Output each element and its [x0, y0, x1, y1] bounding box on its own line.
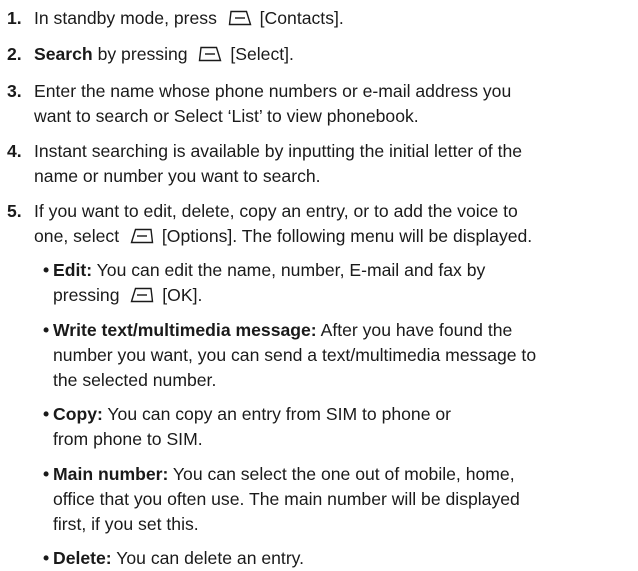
left-softkey-icon — [199, 46, 222, 62]
option-title: Edit: — [53, 260, 93, 280]
softkey-label: [OK]. — [162, 285, 203, 305]
softkey-label: [Contacts]. — [259, 8, 344, 28]
step-text: one, select — [34, 226, 120, 246]
option-text-line: the selected number. — [53, 370, 217, 390]
step-text-line: name or number you want to search. — [34, 166, 321, 186]
option-main-number: • Main number: You can select the one ou… — [43, 462, 633, 537]
step-text: by pressing — [97, 44, 188, 64]
step-1: 1. In standby mode, press [Contacts]. — [7, 6, 633, 31]
option-text-line: office that you often use. The main numb… — [53, 489, 520, 509]
option-write-message: • Write text/multimedia message: After y… — [43, 318, 633, 393]
option-text: You can select the one out of mobile, ho… — [172, 464, 515, 484]
bullet: • — [43, 260, 50, 280]
step-2: 2. Search by pressing [Select]. — [7, 42, 633, 67]
option-text-line: number you want, you can send a text/mul… — [53, 345, 537, 365]
bullet: • — [43, 548, 50, 568]
step-number: 3. — [7, 81, 22, 101]
step-5: 5. If you want to edit, delete, copy an … — [7, 199, 633, 249]
option-text: After you have found the — [320, 320, 513, 340]
step-text-line: If you want to edit, delete, copy an ent… — [34, 201, 518, 221]
option-delete: • Delete: You can delete an entry. — [43, 546, 633, 571]
left-softkey-icon — [228, 10, 252, 26]
step-number: 2. — [7, 44, 22, 64]
step-title: Search — [34, 44, 93, 64]
step-number: 5. — [7, 201, 22, 221]
bullet: • — [43, 464, 50, 484]
bullet: • — [43, 320, 50, 340]
step-4: 4. Instant searching is available by inp… — [7, 139, 633, 189]
option-text: You can delete an entry. — [116, 548, 305, 568]
option-title: Delete: — [53, 548, 112, 568]
step-text-line: Instant searching is available by inputt… — [34, 141, 523, 161]
option-text-line: first, if you set this. — [53, 514, 199, 534]
step-3: 3. Enter the name whose phone numbers or… — [7, 79, 633, 129]
option-text: You can copy an entry from SIM to phone … — [107, 404, 452, 424]
step-text: [Options]. The following menu will be di… — [161, 226, 533, 246]
step-text: In standby mode, press — [34, 8, 217, 28]
option-title: Copy: — [53, 404, 103, 424]
bullet: • — [43, 404, 50, 424]
step-number: 4. — [7, 141, 22, 161]
step-number: 1. — [7, 8, 22, 28]
right-softkey-icon — [130, 228, 154, 244]
right-softkey-icon — [130, 287, 154, 303]
option-edit: • Edit: You can edit the name, number, E… — [43, 258, 633, 308]
option-title: Write text/multimedia message: — [53, 320, 317, 340]
option-text: You can edit the name, number, E-mail an… — [96, 260, 486, 280]
step-text-line: Enter the name whose phone numbers or e-… — [34, 81, 512, 101]
softkey-label: [Select]. — [230, 44, 294, 64]
option-text: pressing — [53, 285, 120, 305]
option-title: Main number: — [53, 464, 169, 484]
option-text-line: from phone to SIM. — [53, 429, 203, 449]
step-text-line: want to search or Select ‘List’ to view … — [34, 106, 419, 126]
option-copy: • Copy: You can copy an entry from SIM t… — [43, 402, 633, 452]
